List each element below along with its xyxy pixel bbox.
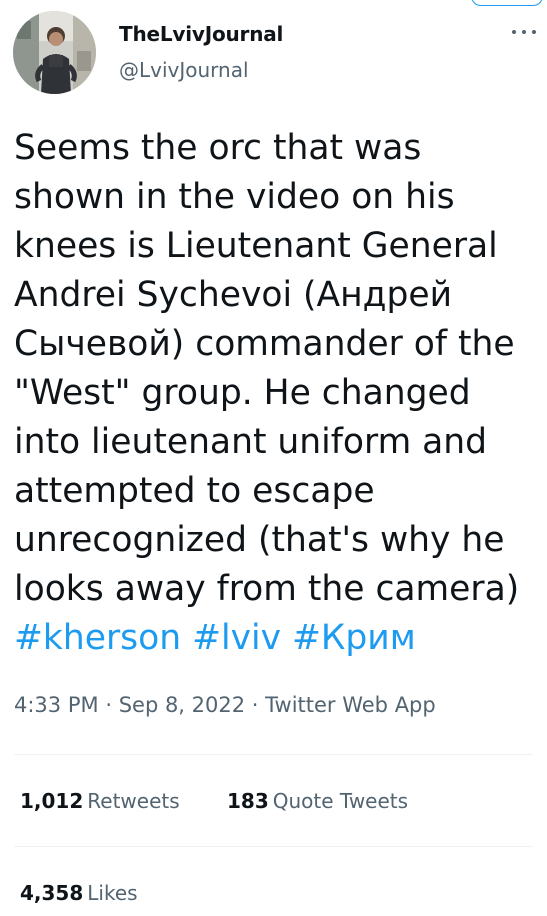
tweet-text-line: "West" group. He changed	[14, 373, 471, 413]
divider	[14, 846, 533, 847]
hashtag-lviv[interactable]: #lviv	[192, 618, 281, 658]
likes-label: Likes	[87, 881, 138, 905]
tweet-date[interactable]: Sep 8, 2022	[119, 693, 245, 717]
tweet-text-line: unrecognized (that's why he	[14, 520, 505, 560]
likes-count: 4,358	[20, 881, 84, 905]
meta-separator: ·	[105, 693, 112, 717]
tweet-text-line: Сычевой) commander of the	[14, 324, 515, 364]
tweet-time[interactable]: 4:33 PM	[14, 693, 99, 717]
hashtag-kherson[interactable]: #kherson	[14, 618, 181, 658]
quote-tweets-label: Quote Tweets	[272, 789, 409, 813]
quote-tweets-stat[interactable]: 183 Quote Tweets	[227, 789, 408, 813]
tweet-text-line: shown in the video on his	[14, 177, 455, 217]
retweets-stat[interactable]: 1,012 Retweets	[20, 789, 180, 813]
quote-tweets-count: 183	[227, 789, 269, 813]
tweet-text-line: attempted to escape	[14, 471, 375, 511]
more-dot	[532, 30, 536, 34]
more-dot	[522, 30, 526, 34]
hashtag-line: #kherson #lviv #Крим	[14, 614, 542, 663]
tweet-text-line: knees is Lieutenant General	[14, 226, 498, 266]
avatar[interactable]	[13, 11, 96, 94]
tweet-text-line: into lieutenant uniform and	[14, 422, 488, 462]
more-dot	[512, 30, 516, 34]
tweet-header: TheLvivJournal @LvivJournal	[13, 11, 547, 95]
tweet-text-line: looks away from the camera)	[14, 569, 520, 609]
tweet-meta: 4:33 PM · Sep 8, 2022 · Twitter Web App	[14, 693, 436, 717]
tweet-source: Twitter Web App	[265, 693, 436, 717]
follow-button-edge[interactable]	[471, 0, 543, 6]
likes-stat[interactable]: 4,358 Likes	[20, 881, 138, 905]
author-handle[interactable]: @LvivJournal	[119, 58, 249, 82]
tweet-text-line: Seems the orc that was	[14, 128, 422, 168]
person-photo-icon	[13, 11, 96, 94]
tweet-text: Seems the orc that was shown in the vide…	[14, 124, 542, 663]
meta-separator: ·	[251, 693, 259, 717]
more-options-icon[interactable]	[509, 25, 539, 39]
divider	[14, 754, 533, 755]
tweet-text-line: Andrei Sychevoi (Андрей	[14, 275, 453, 315]
hashtag-krym[interactable]: #Крим	[292, 618, 416, 658]
retweets-label: Retweets	[87, 789, 180, 813]
author-display-name[interactable]: TheLvivJournal	[119, 22, 283, 46]
retweets-count: 1,012	[20, 789, 84, 813]
